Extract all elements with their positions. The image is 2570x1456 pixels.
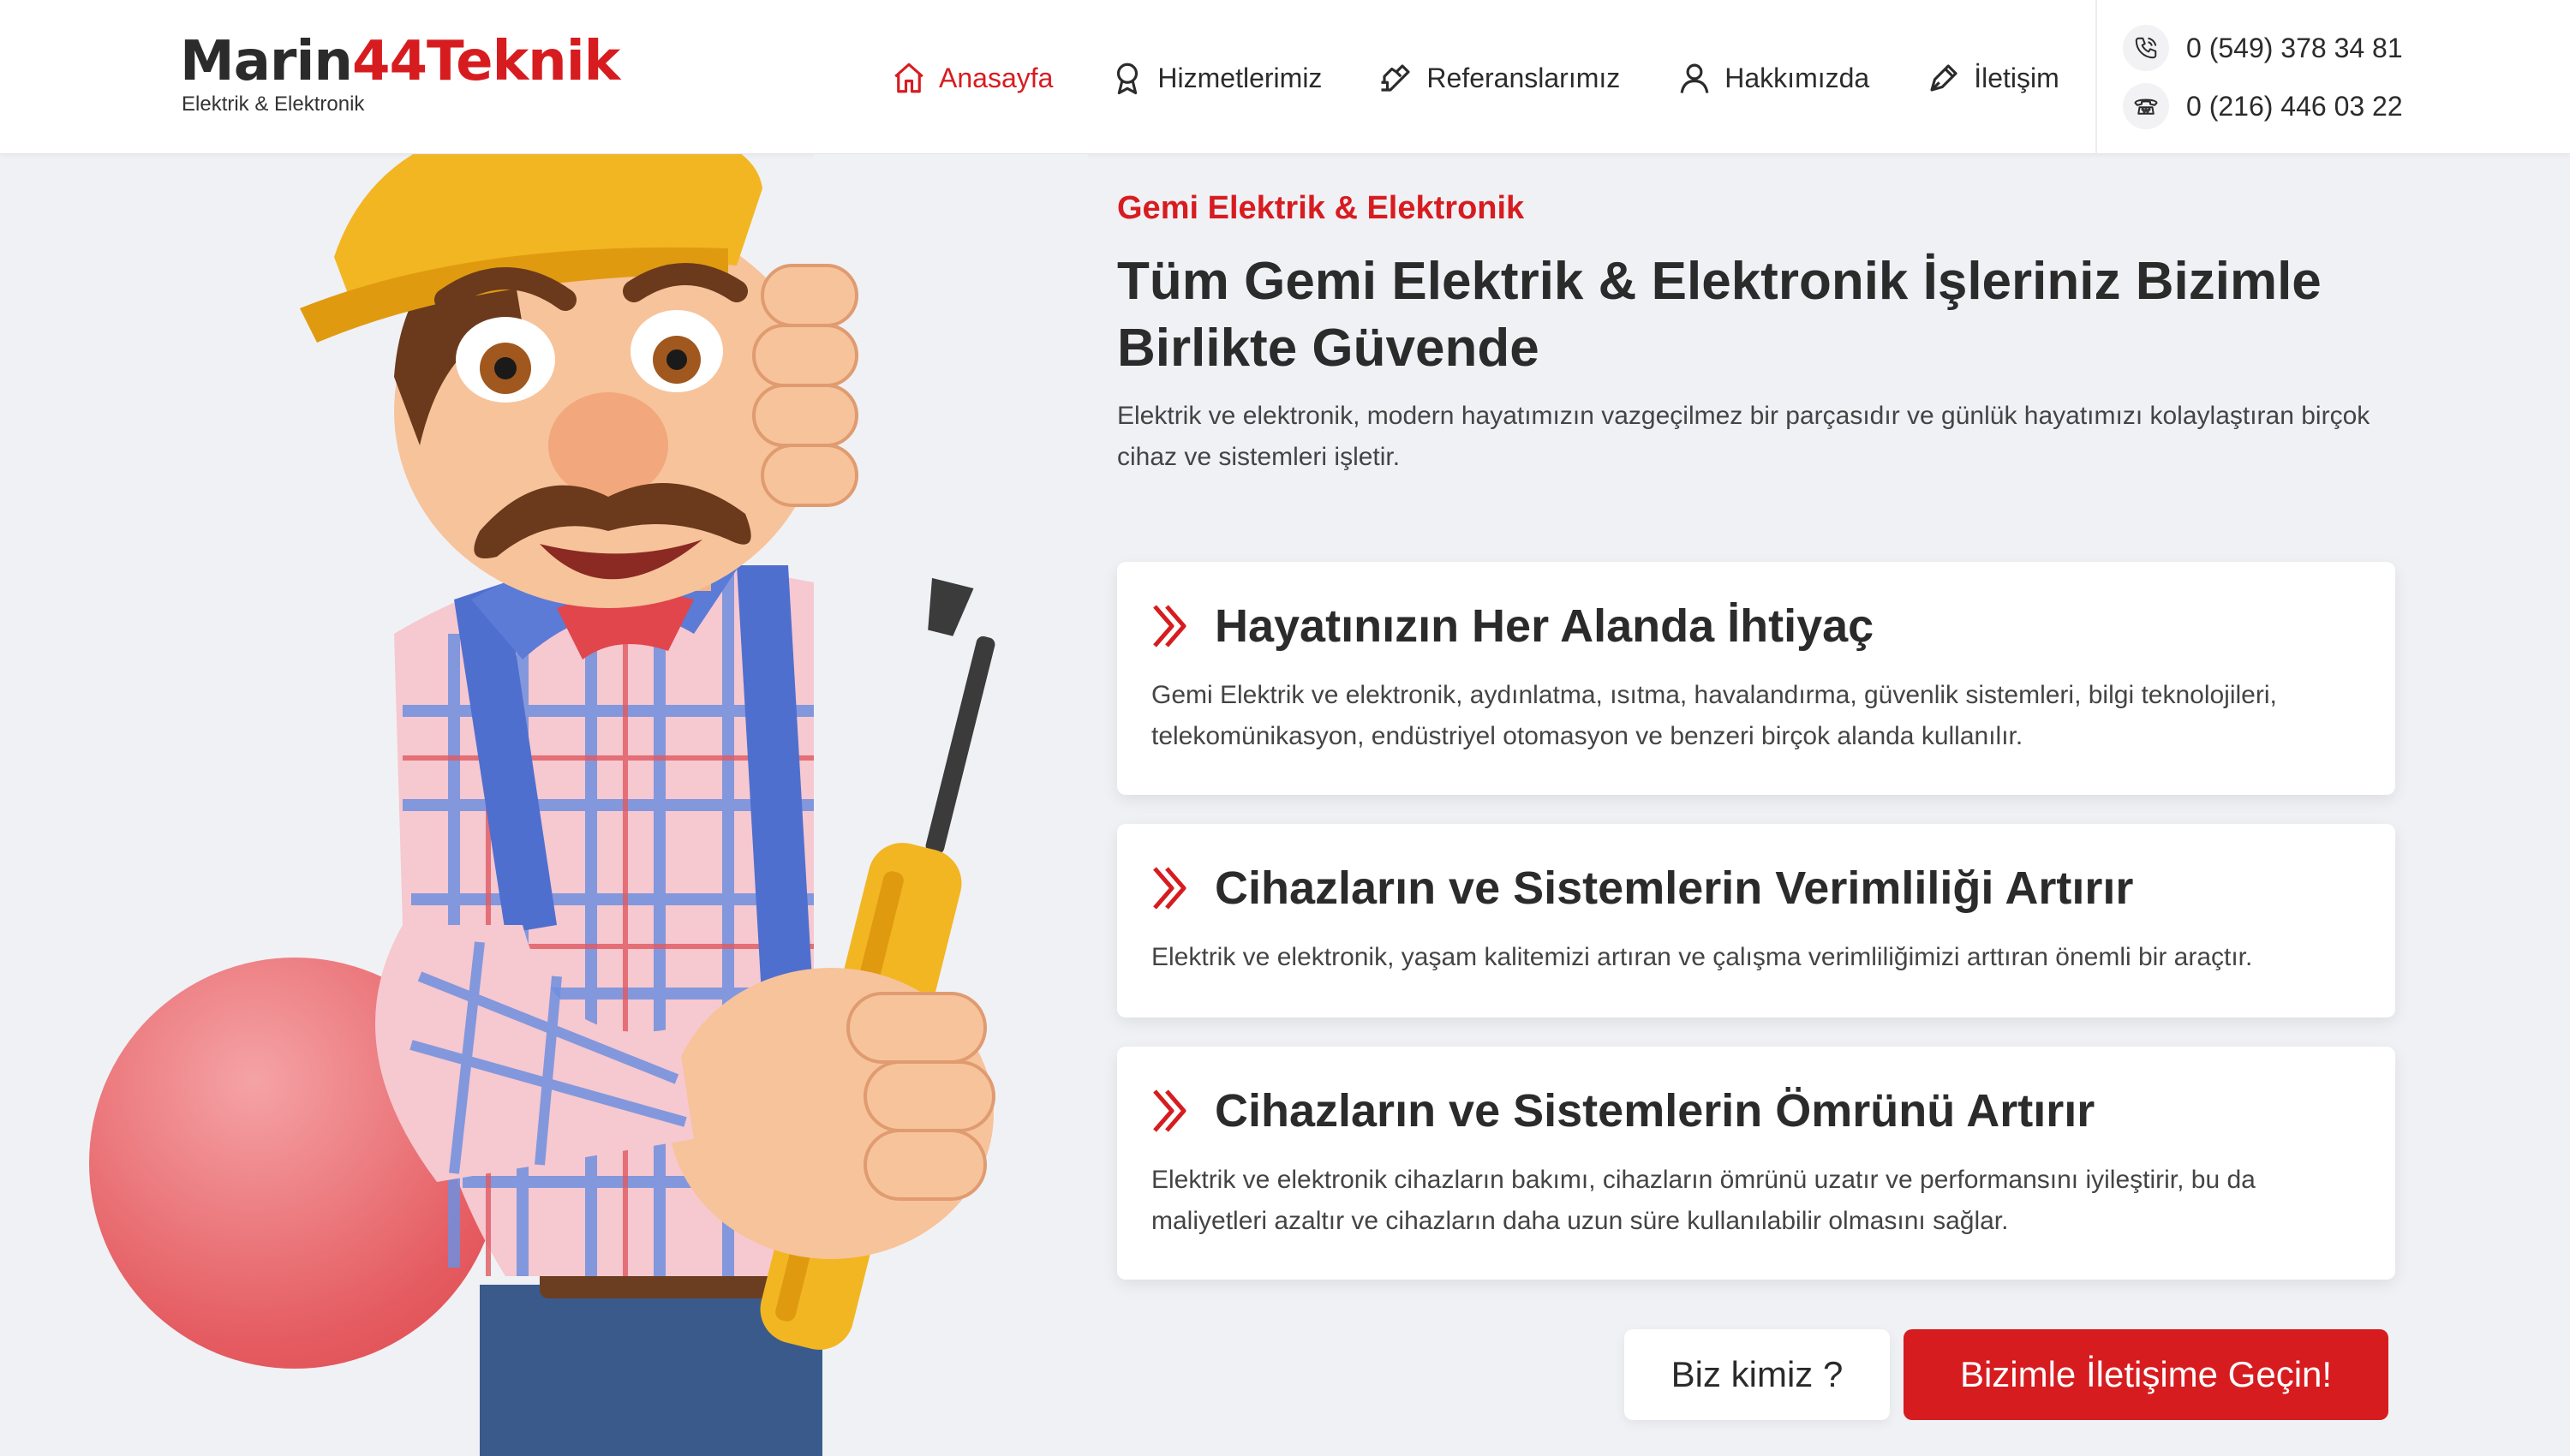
contact-us-button[interactable]: Bizimle İletişime Geçin! xyxy=(1904,1329,2388,1420)
nav-label: Referanslarımız xyxy=(1426,62,1621,93)
nav-label: İletişim xyxy=(1974,62,2059,93)
hero-description: Elektrik ve elektronik, modern hayatımız… xyxy=(1117,402,2370,471)
phone-mobile-number: 0 (549) 378 34 81 xyxy=(2186,32,2403,63)
chevron-right-icon xyxy=(1153,605,1186,647)
site-logo[interactable]: Marin44Teknik Elektrik & Elektronik xyxy=(180,29,620,116)
nav-label: Hakkımızda xyxy=(1724,62,1870,93)
feature-title: Cihazların ve Sistemlerin Verimliliği Ar… xyxy=(1215,862,2134,914)
nav-item-anasayfa[interactable]: Anasayfa xyxy=(891,60,1053,96)
feature-card: Cihazların ve Sistemlerin Verimliliği Ar… xyxy=(1117,824,2395,1017)
phone-landline[interactable]: 0 (216) 446 03 22 xyxy=(2123,77,2403,135)
electrician-worker-illustration xyxy=(77,154,1088,1456)
nav-label: Anasayfa xyxy=(939,62,1054,93)
feature-card: Hayatınızın Her Alanda İhtiyaç Gemi Elek… xyxy=(1117,562,2395,795)
hero-eyebrow: Gemi Elektrik & Elektronik xyxy=(1117,190,1525,226)
phone-landline-number: 0 (216) 446 03 22 xyxy=(2186,90,2403,122)
hero-title: Tüm Gemi Elektrik & Elektronik İşleriniz… xyxy=(1117,252,2322,378)
nav-item-iletisim[interactable]: İletişim xyxy=(1926,60,2059,96)
feature-card: Cihazların ve Sistemlerin Ömrünü Artırır… xyxy=(1117,1047,2395,1280)
nav-label: Hizmetlerimiz xyxy=(1157,62,1323,93)
feature-text: Elektrik ve elektronik, yaşam kalitemizi… xyxy=(1151,943,2253,971)
user-icon xyxy=(1680,63,1709,93)
nav-item-referanslarimiz[interactable]: Referanslarımız xyxy=(1378,60,1620,96)
home-icon xyxy=(894,63,923,93)
worker-figure xyxy=(300,154,1088,1456)
nav-item-hizmetlerimiz[interactable]: Hizmetlerimiz xyxy=(1109,60,1322,96)
award-icon xyxy=(1117,63,1139,95)
logo-wordmark: Marin44Teknik xyxy=(180,30,620,93)
chevron-right-icon xyxy=(1153,867,1186,910)
logo-tagline: Elektrik & Elektronik xyxy=(182,92,365,116)
main-nav: Anasayfa Hizmetlerimiz Referanslarımız H… xyxy=(891,50,2059,106)
phone-call-icon xyxy=(2123,25,2169,71)
header-divider xyxy=(2095,0,2097,154)
site-header: Marin44Teknik Elektrik & Elektronik Anas… xyxy=(0,0,2570,154)
feature-title: Cihazların ve Sistemlerin Ömrünü Artırır xyxy=(1215,1085,2095,1137)
feature-text: Gemi Elektrik ve elektronik, aydınlatma,… xyxy=(1151,681,2277,750)
handshake-icon xyxy=(1381,64,1410,92)
chevron-right-icon xyxy=(1153,1089,1186,1132)
feature-title: Hayatınızın Her Alanda İhtiyaç xyxy=(1215,600,1874,652)
pen-icon xyxy=(1930,64,1957,92)
about-us-button[interactable]: Biz kimiz ? xyxy=(1624,1329,1890,1420)
feature-text: Elektrik ve elektronik cihazların bakımı… xyxy=(1151,1166,2256,1235)
phone-mobile[interactable]: 0 (549) 378 34 81 xyxy=(2123,19,2403,77)
contact-phones: 0 (549) 378 34 81 0 (216) 446 03 22 xyxy=(2123,19,2403,135)
telephone-icon xyxy=(2123,83,2169,129)
nav-item-hakkimizda[interactable]: Hakkımızda xyxy=(1676,60,1869,96)
